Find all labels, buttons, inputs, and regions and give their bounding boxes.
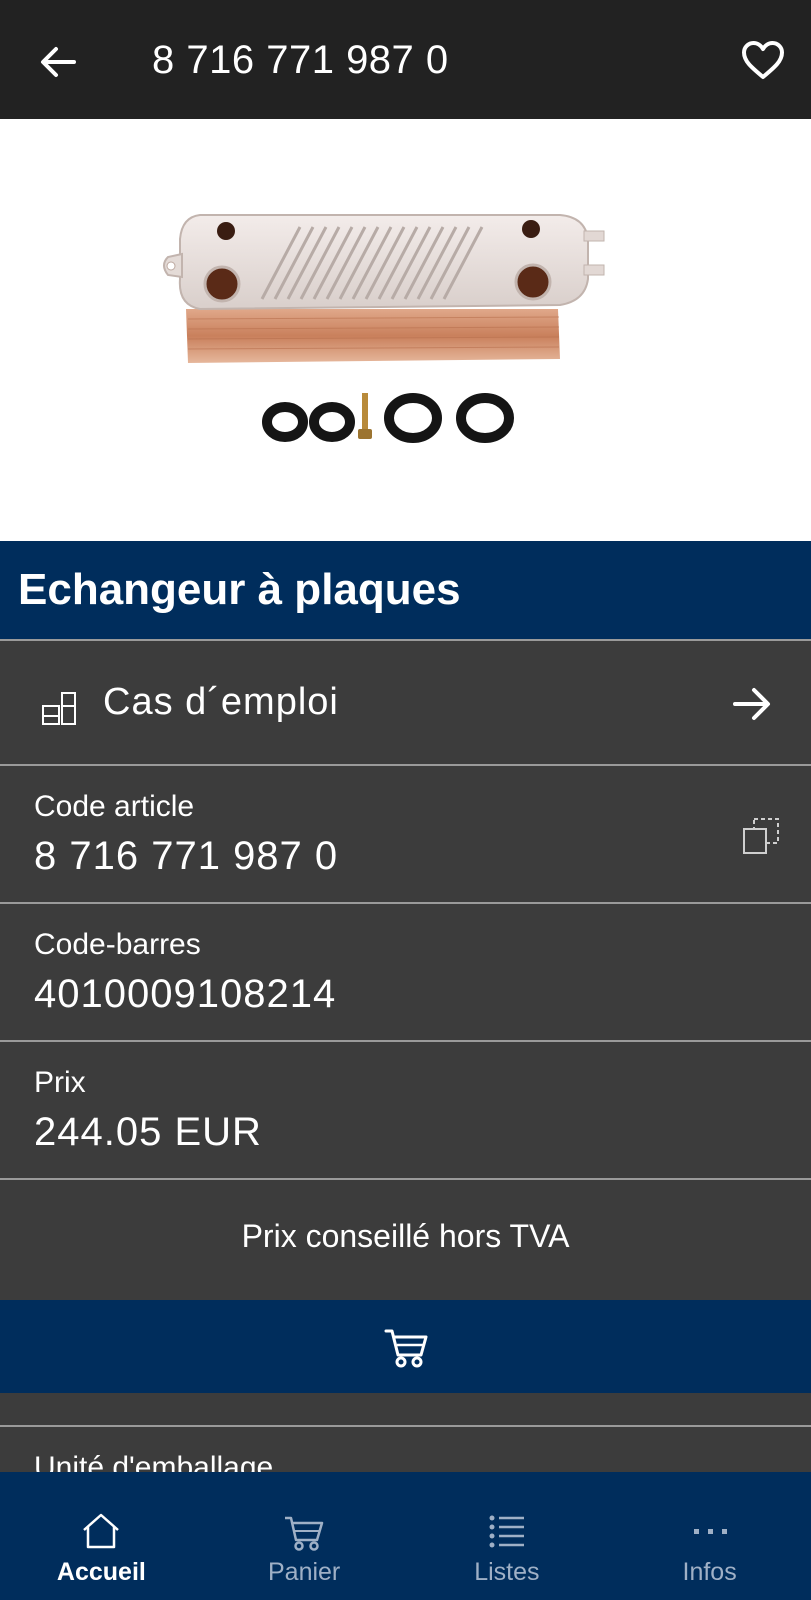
cart-icon: [285, 1516, 324, 1551]
favorite-button[interactable]: [735, 32, 791, 88]
barcode-value: 4010009108214: [34, 972, 337, 1016]
top-app-bar: 8 716 771 987 0: [0, 0, 811, 119]
nav-label: Listes: [474, 1558, 540, 1586]
price-note: Prix conseillé hors TVA: [241, 1218, 570, 1254]
article-code-label: Code article: [34, 790, 195, 823]
heat-exchanger-illustration: [163, 214, 605, 443]
bottom-navigation: Accueil Panier Listes Infos: [0, 1472, 811, 1600]
usage-row[interactable]: Cas d´emploi: [0, 639, 811, 764]
barcode-row: Code-barres 4010009108214: [0, 902, 811, 1040]
list-icon: [489, 1515, 524, 1548]
copy-icon[interactable]: [741, 816, 781, 856]
barcode-label: Code-barres: [34, 928, 201, 961]
arrow-left-icon: [41, 47, 76, 77]
home-icon: [83, 1513, 120, 1549]
price-label: Prix: [34, 1066, 86, 1099]
packaging-unit-row: Unité d'emballage: [0, 1425, 811, 1475]
heart-outline-icon: [742, 41, 784, 79]
nav-label: Infos: [682, 1558, 737, 1586]
nav-item-accueil[interactable]: Accueil: [0, 1472, 203, 1600]
nav-label: Panier: [267, 1558, 341, 1586]
back-button[interactable]: [30, 34, 86, 90]
boiler-parts-icon: [42, 692, 76, 725]
usage-label: Cas d´emploi: [103, 681, 339, 723]
more-icon: [693, 1529, 727, 1534]
product-image: [0, 119, 811, 541]
nav-item-listes[interactable]: Listes: [406, 1472, 609, 1600]
nav-label: Accueil: [56, 1558, 146, 1586]
product-title-band: Echangeur à plaques: [0, 541, 811, 639]
nav-item-infos[interactable]: Infos: [608, 1472, 811, 1600]
article-code-value: 8 716 771 987 0: [34, 834, 339, 878]
spacer-row: [0, 1393, 811, 1427]
arrow-right-icon: [733, 688, 770, 720]
article-code-row: Code article 8 716 771 987 0: [0, 764, 811, 902]
cart-icon: [384, 1329, 427, 1367]
page-title: 8 716 771 987 0: [152, 38, 449, 82]
product-name: Echangeur à plaques: [18, 565, 461, 614]
nav-item-panier[interactable]: Panier: [203, 1472, 406, 1600]
price-value: 244.05 EUR: [34, 1110, 262, 1154]
price-note-row: Prix conseillé hors TVA: [0, 1178, 811, 1300]
add-to-cart-button[interactable]: [0, 1300, 811, 1393]
price-row: Prix 244.05 EUR: [0, 1040, 811, 1178]
